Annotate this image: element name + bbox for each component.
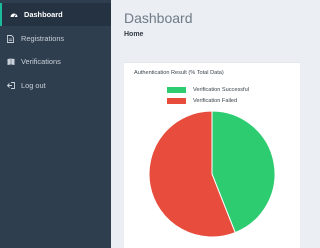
sidebar: Dashboard Registrations Verifications Lo… xyxy=(0,0,111,248)
chart-panel: Authentication Result (% Total Data) Ver… xyxy=(124,62,300,248)
sidebar-item-registrations[interactable]: Registrations xyxy=(0,27,111,50)
sidebar-item-label: Registrations xyxy=(21,34,65,43)
page-title: Dashboard xyxy=(124,10,193,26)
book-icon xyxy=(6,57,15,66)
document-icon xyxy=(6,34,15,43)
pie-chart xyxy=(148,110,276,238)
sidebar-item-dashboard[interactable]: Dashboard xyxy=(0,3,111,26)
sidebar-item-label: Verifications xyxy=(21,57,61,66)
breadcrumb[interactable]: Home xyxy=(124,31,143,38)
logout-icon xyxy=(6,81,15,90)
dashboard-icon xyxy=(9,10,18,19)
main-content: Dashboard Home Authentication Result (% … xyxy=(111,0,300,248)
sidebar-item-label: Log out xyxy=(21,81,46,90)
sidebar-item-label: Dashboard xyxy=(24,10,63,19)
sidebar-item-verifications[interactable]: Verifications xyxy=(0,50,111,73)
sidebar-item-logout[interactable]: Log out xyxy=(0,74,111,97)
